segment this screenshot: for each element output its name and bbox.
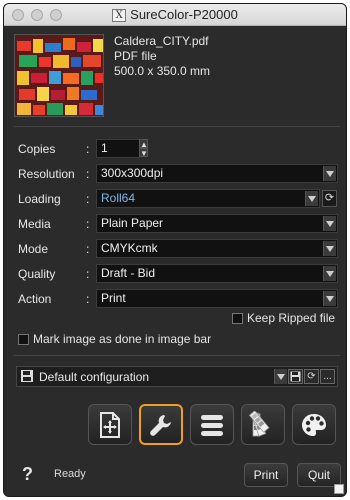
refresh-icon[interactable]: ⟳ — [322, 190, 337, 207]
keep-ripped-checkbox[interactable] — [232, 313, 243, 324]
save-config-icon[interactable] — [20, 369, 34, 388]
chevron-down-icon[interactable] — [323, 216, 336, 231]
chevron-down-icon[interactable] — [323, 266, 336, 281]
chevron-down-icon[interactable] — [323, 166, 336, 181]
file-type: PDF file — [114, 49, 157, 63]
resolution-select[interactable]: 300x300dpi — [96, 164, 338, 183]
loading-label: Loading — [18, 192, 61, 206]
chevron-down-icon[interactable] — [323, 291, 336, 306]
layout-icon — [100, 411, 120, 438]
image-thumbnail — [14, 34, 104, 117]
file-size: 500.0 x 350.0 mm — [114, 64, 211, 78]
swatch-button[interactable] — [241, 404, 285, 445]
mode-value: CMYKcmk — [101, 241, 158, 255]
x-icon: X — [112, 9, 127, 22]
colon: : — [86, 242, 90, 256]
settings-button[interactable] — [139, 404, 183, 445]
quality-label: Quality — [18, 267, 56, 281]
divider — [14, 126, 340, 127]
resize-grip[interactable] — [334, 484, 344, 494]
colon: : — [86, 192, 90, 206]
media-value: Plain Paper — [101, 216, 164, 230]
copies-input[interactable]: 1 — [96, 139, 140, 158]
chevron-down-icon[interactable] — [323, 241, 336, 256]
increment-icon[interactable]: ▲ — [139, 139, 148, 149]
app-window: X SureColor-P20000 Caldera_CITY.pdf PDF … — [3, 3, 347, 497]
action-label: Action — [18, 292, 52, 306]
chevron-down-icon[interactable] — [305, 191, 318, 206]
configuration-select[interactable]: Default configuration ⟳ ... — [16, 366, 338, 387]
colon: : — [86, 217, 90, 231]
colon: : — [86, 292, 90, 306]
quality-value: Draft - Bid — [101, 266, 156, 280]
copies-stepper[interactable]: ▲ ▼ — [139, 139, 148, 158]
layout-button[interactable] — [88, 404, 132, 445]
mark-done-checkbox[interactable] — [18, 334, 29, 345]
print-button[interactable]: Print — [244, 463, 288, 487]
divider — [14, 355, 340, 356]
action-select[interactable]: Print — [96, 289, 338, 308]
colon: : — [86, 167, 90, 181]
save-icon[interactable] — [288, 369, 303, 384]
chevron-down-icon[interactable] — [274, 369, 287, 384]
colon: : — [86, 267, 90, 281]
swatch-icon — [249, 410, 270, 437]
palette-button[interactable] — [292, 404, 336, 445]
decrement-icon[interactable]: ▼ — [139, 148, 148, 158]
list-icon — [201, 414, 223, 436]
status-text: Ready — [54, 468, 86, 480]
mark-done-label: Mark image as done in image bar — [33, 332, 212, 346]
refresh-icon[interactable]: ⟳ — [304, 369, 319, 384]
quality-select[interactable]: Draft - Bid — [96, 264, 338, 283]
config-value: Default configuration — [39, 370, 150, 384]
colon: : — [86, 142, 90, 156]
palette-icon — [302, 413, 326, 436]
action-value: Print — [101, 291, 126, 305]
more-options-button[interactable]: ... — [320, 369, 335, 384]
wrench-icon — [150, 414, 171, 436]
resolution-value: 300x300dpi — [101, 166, 164, 180]
resolution-label: Resolution — [18, 167, 75, 181]
file-info: Caldera_CITY.pdf PDF file 500.0 x 350.0 … — [114, 34, 210, 79]
title-bar: X SureColor-P20000 — [4, 4, 346, 26]
copies-label: Copies — [18, 142, 56, 156]
keep-ripped-label: Keep Ripped file — [247, 311, 336, 325]
list-button[interactable] — [190, 404, 234, 445]
loading-select[interactable]: Roll64 — [96, 189, 320, 208]
loading-value: Roll64 — [101, 191, 136, 205]
mode-select[interactable]: CMYKcmk — [96, 239, 338, 258]
mode-label: Mode — [18, 242, 49, 256]
media-select[interactable]: Plain Paper — [96, 214, 338, 233]
help-button[interactable]: ? — [22, 464, 33, 485]
media-label: Media — [18, 217, 51, 231]
window-title: X SureColor-P20000 — [4, 7, 346, 22]
file-name: Caldera_CITY.pdf — [114, 34, 209, 48]
